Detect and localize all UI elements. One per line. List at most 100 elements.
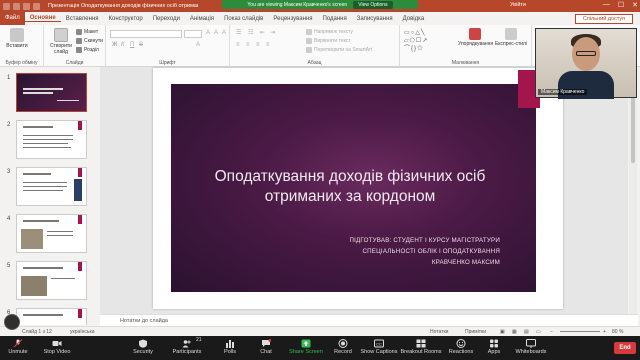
polls-button[interactable]: Polls <box>218 336 242 360</box>
tab-transitions[interactable]: Переходи <box>148 16 185 22</box>
comments-toggle[interactable]: Примітки <box>465 329 486 335</box>
whiteboards-button[interactable]: Whiteboards <box>512 336 550 360</box>
tab-design[interactable]: Конструктор <box>104 16 148 22</box>
new-slide-button[interactable]: Створити слайд <box>48 28 74 55</box>
language-indicator[interactable]: українська <box>70 329 95 335</box>
maximize-button[interactable]: ☐ <box>618 1 624 9</box>
smartart-button[interactable]: Перетворити на SmartArt <box>306 47 372 53</box>
quick-styles-button[interactable]: Експрес-стилі <box>494 28 528 47</box>
section-button[interactable]: Розділ <box>76 47 99 53</box>
numbering-icon[interactable]: ☷ <box>248 29 253 36</box>
tab-file[interactable]: Файл <box>0 12 25 25</box>
slideshow-view-icon[interactable]: ▭ <box>536 329 541 335</box>
normal-view-icon[interactable]: ▣ <box>500 329 505 335</box>
slide-subtitle-line-2[interactable]: СПЕЦІАЛЬНОСТІ ОБЛІК І ОПОДАТКУВАННЯ <box>300 248 500 255</box>
slide-thumbnail-6[interactable] <box>16 308 87 325</box>
tab-insert[interactable]: Вставлення <box>61 16 104 22</box>
thumb-background <box>17 74 86 111</box>
thumb-text-line <box>51 278 75 279</box>
stop-video-button[interactable]: Stop Video <box>40 336 74 360</box>
save-icon[interactable] <box>13 2 20 10</box>
arrange-button[interactable]: Упорядкування <box>458 28 494 47</box>
tab-view[interactable]: Подання <box>318 16 352 22</box>
align-right-icon[interactable]: ≡ <box>256 42 260 48</box>
zoom-in-icon[interactable]: + <box>603 329 606 335</box>
undo-icon[interactable] <box>23 2 30 10</box>
end-meeting-button[interactable]: End <box>614 342 636 354</box>
align-left-icon[interactable]: ≡ <box>236 42 240 48</box>
font-size-combo[interactable] <box>184 30 202 38</box>
record-button[interactable]: Record <box>330 336 356 360</box>
outdent-icon[interactable]: ⇥ <box>270 29 275 36</box>
align-text-button[interactable]: Вирівняти текст <box>306 38 351 44</box>
reactions-button[interactable]: Reactions <box>448 336 474 360</box>
tab-review[interactable]: Рецензування <box>268 16 317 22</box>
redo-icon[interactable] <box>33 2 40 10</box>
justify-icon[interactable]: ≡ <box>266 42 270 48</box>
slide-thumbnail-5[interactable] <box>16 261 87 300</box>
shrink-font-icon[interactable]: A <box>214 30 218 36</box>
close-button[interactable]: ✕ <box>632 1 638 9</box>
captions-icon: CC <box>374 339 384 348</box>
tab-help[interactable]: Довідка <box>398 16 430 22</box>
smartart-icon <box>306 47 312 53</box>
vertical-scrollbar[interactable] <box>629 67 637 314</box>
clipboard-label: Буфер обміну <box>5 60 38 66</box>
clipboard-group: Вставити Буфер обміну <box>0 25 44 67</box>
share-button[interactable]: Спільний доступ <box>575 14 633 24</box>
quick-access-toolbar <box>0 2 40 10</box>
zoom-out-icon[interactable]: − <box>550 329 553 335</box>
bold-button[interactable]: Ж <box>112 42 117 48</box>
chat-button[interactable]: Chat <box>254 336 278 360</box>
text-direction-button[interactable]: Напрямок тексту <box>306 29 353 35</box>
show-captions-button[interactable]: CC Show Captions <box>360 336 398 360</box>
slide-thumbnail-4[interactable] <box>16 214 87 253</box>
tab-home[interactable]: Основне <box>24 15 61 22</box>
paste-button[interactable]: Вставити <box>6 28 28 49</box>
zoom-level[interactable]: 80 % <box>612 329 623 335</box>
slide-thumbnail-3[interactable] <box>16 167 87 206</box>
slide-subtitle-line-1[interactable]: ПІДГОТУВАВ: СТУДЕНТ І КУРСУ МАГІСТРАТУРИ <box>300 237 500 244</box>
unmute-button[interactable]: Unmute <box>4 336 32 360</box>
share-screen-button[interactable]: Share Screen <box>288 336 324 360</box>
sign-in-link[interactable]: Увійти <box>510 2 526 8</box>
bullets-icon[interactable]: ☰ <box>236 29 241 36</box>
layout-button[interactable]: Макет <box>76 29 98 35</box>
slide-subtitle-line-3[interactable]: КРАВЧЕНКО МАКСИМ <box>300 259 500 266</box>
slide-title[interactable]: Оподаткування доходів фізичних осіб отри… <box>180 167 520 207</box>
font-family-combo[interactable] <box>110 30 182 38</box>
thumb-accent <box>78 309 82 318</box>
shapes-gallery[interactable]: ▭○△╲ ▱⬠☐↗ ⌒{}☆ <box>404 29 454 55</box>
font-color-icon[interactable]: A <box>196 42 200 48</box>
apps-button[interactable]: Apps <box>484 336 504 360</box>
strikethrough-button[interactable]: S <box>139 42 143 48</box>
tab-slideshow[interactable]: Показ слайдів <box>219 16 268 22</box>
minimize-button[interactable]: — <box>603 1 610 9</box>
thumb-accent <box>78 121 82 130</box>
notes-toggle[interactable]: Нотатки <box>430 329 448 335</box>
apps-label: Apps <box>487 349 501 355</box>
arrange-label: Упорядкування <box>458 41 494 47</box>
sorter-view-icon[interactable]: ▦ <box>512 329 517 335</box>
thumb-text-line <box>23 139 73 140</box>
autosave-icon[interactable] <box>3 2 10 10</box>
floating-circle-button[interactable] <box>4 314 20 330</box>
grow-font-icon[interactable]: A <box>206 30 210 36</box>
reset-button[interactable]: Скинути <box>76 38 103 44</box>
underline-button[interactable]: П <box>130 42 134 48</box>
view-options-button[interactable]: View Options <box>353 0 393 9</box>
breakout-rooms-button[interactable]: Breakout Rooms <box>400 336 442 360</box>
indent-icon[interactable]: ⇤ <box>260 29 265 36</box>
notes-pane[interactable]: Нотатки до слайда <box>100 314 638 326</box>
slide-thumbnail-2[interactable] <box>16 120 87 159</box>
zoom-slider[interactable] <box>560 331 600 332</box>
clear-format-icon[interactable]: A <box>222 30 226 36</box>
tab-record[interactable]: Записування <box>352 16 398 22</box>
reading-view-icon[interactable]: ▤ <box>524 329 529 335</box>
italic-button[interactable]: К <box>121 42 125 48</box>
tab-animations[interactable]: Анімація <box>185 16 219 22</box>
security-button[interactable]: Security <box>128 336 158 360</box>
align-center-icon[interactable]: ≡ <box>246 42 250 48</box>
slide-thumbnail-1[interactable] <box>16 73 87 112</box>
slide-count: Слайд 1 з 12 <box>22 329 52 335</box>
